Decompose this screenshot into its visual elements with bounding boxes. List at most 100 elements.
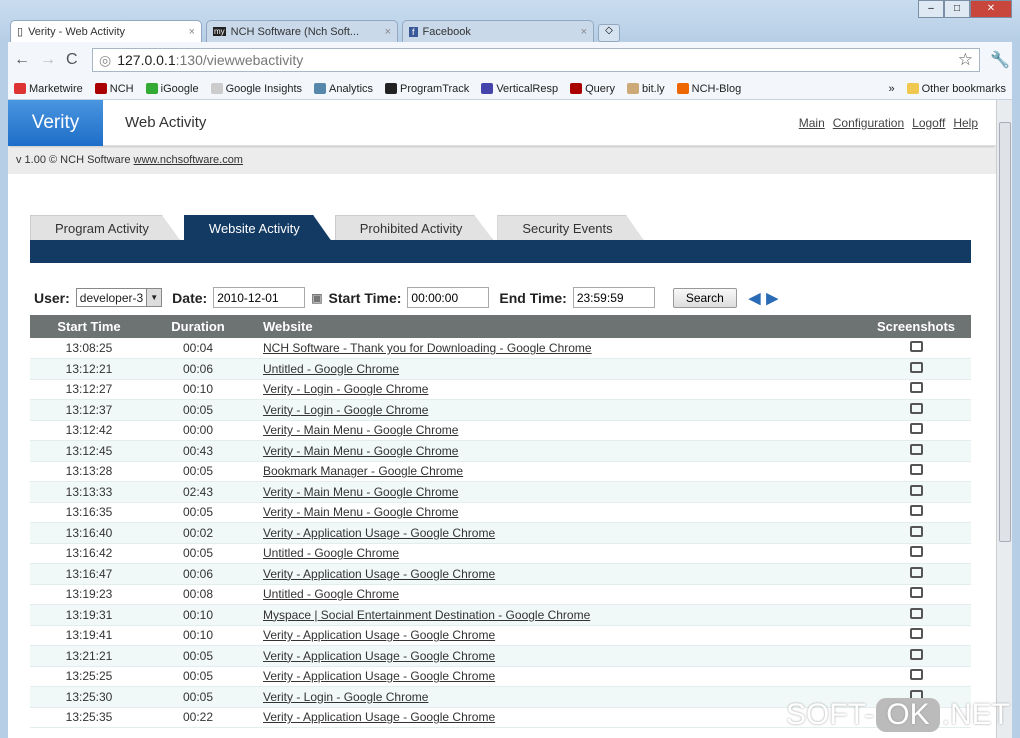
screenshots-icon[interactable] [909, 648, 923, 660]
screenshots-icon[interactable] [909, 464, 923, 476]
next-day-icon[interactable]: ▶ [766, 289, 778, 307]
forward-icon[interactable]: → [40, 51, 56, 69]
website-cell: Verity - Application Usage - Google Chro… [248, 625, 861, 646]
column-screenshots: Screenshots [861, 315, 971, 338]
close-tab-icon[interactable]: × [385, 26, 391, 38]
website-link[interactable]: Verity - Login - Google Chrome [263, 382, 428, 396]
website-link[interactable]: Verity - Login - Google Chrome [263, 403, 428, 417]
website-link[interactable]: Verity - Main Menu - Google Chrome [263, 505, 458, 519]
reload-icon[interactable]: C [66, 51, 82, 69]
website-link[interactable]: Verity - Login - Google Chrome [263, 690, 428, 704]
screenshots-icon[interactable] [909, 402, 923, 414]
bookmark-item[interactable]: iGoogle [145, 82, 199, 95]
screenshots-icon[interactable] [909, 382, 923, 394]
scrollbar-thumb[interactable] [999, 122, 1011, 542]
screenshots-icon[interactable] [909, 587, 923, 599]
address-bar[interactable]: ◎ 127.0.0.1:130/viewwebactivity ☆ [92, 48, 980, 72]
browser-tab[interactable]: f Facebook × [402, 20, 594, 42]
start-time-cell: 13:12:21 [30, 358, 148, 380]
website-link[interactable]: Verity - Application Usage - Google Chro… [263, 649, 495, 663]
bookmark-item[interactable]: VerticalResp [481, 82, 558, 95]
browser-tab[interactable]: my NCH Software (Nch Soft... × [206, 20, 398, 42]
website-link[interactable]: Verity - Application Usage - Google Chro… [263, 710, 495, 724]
more-bookmarks-icon[interactable]: » [889, 83, 895, 95]
date-input[interactable] [213, 287, 306, 308]
bookmark-item[interactable]: NCH [94, 82, 134, 95]
help-link[interactable]: Help [953, 116, 978, 130]
bookmark-item[interactable]: Google Insights [210, 82, 302, 95]
screenshots-icon[interactable] [909, 361, 923, 373]
screenshots-icon[interactable] [909, 484, 923, 496]
website-link[interactable]: NCH Software - Thank you for Downloading… [263, 341, 592, 355]
end-time-input[interactable] [572, 287, 655, 308]
bookmark-item[interactable]: Marketwire [14, 82, 83, 95]
tab-label: Facebook [422, 25, 471, 38]
website-link[interactable]: Verity - Application Usage - Google Chro… [263, 526, 495, 540]
screenshots-cell [861, 461, 971, 482]
column-duration: Duration [148, 315, 248, 338]
website-cell: Verity - Login - Google Chrome [248, 379, 861, 400]
other-bookmarks-folder[interactable]: Other bookmarks [906, 82, 1006, 95]
duration-cell: 00:05 [148, 543, 248, 564]
website-link[interactable]: Myspace | Social Entertainment Destinati… [263, 608, 590, 622]
screenshots-icon[interactable] [909, 607, 923, 619]
website-link[interactable]: Untitled - Google Chrome [263, 587, 399, 601]
bookmark-item[interactable]: ProgramTrack [385, 82, 469, 95]
bookmark-item[interactable]: Query [570, 82, 615, 95]
bookmark-item[interactable]: NCH-Blog [676, 82, 741, 95]
tab-program-activity[interactable]: Program Activity [30, 215, 180, 240]
website-link[interactable]: Verity - Application Usage - Google Chro… [263, 669, 495, 683]
website-link[interactable]: Verity - Application Usage - Google Chro… [263, 567, 495, 581]
bookmark-item[interactable]: bit.ly [627, 82, 665, 95]
screenshots-icon[interactable] [909, 546, 923, 558]
tab-website-activity[interactable]: Website Activity [183, 215, 331, 240]
website-link[interactable]: Verity - Main Menu - Google Chrome [263, 485, 458, 499]
maximize-button[interactable]: □ [944, 0, 970, 18]
website-link[interactable]: Verity - Main Menu - Google Chrome [263, 444, 458, 458]
close-window-button[interactable]: ✕ [970, 0, 1012, 18]
back-icon[interactable]: ← [14, 51, 30, 69]
calendar-icon[interactable]: ▣ [311, 291, 322, 305]
screenshots-icon[interactable] [909, 628, 923, 640]
screenshots-icon[interactable] [909, 505, 923, 517]
logoff-link[interactable]: Logoff [912, 116, 945, 130]
start-time-input[interactable] [407, 287, 490, 308]
website-link[interactable]: Untitled - Google Chrome [263, 362, 399, 376]
user-select[interactable]: developer-3 ▼ [75, 288, 163, 307]
minimize-button[interactable]: – [918, 0, 944, 18]
bookmark-icon [676, 82, 689, 94]
star-icon[interactable]: ☆ [958, 50, 973, 70]
screenshots-icon[interactable] [909, 525, 923, 537]
table-row: 13:13:33 02:43 Verity - Main Menu - Goog… [30, 481, 971, 503]
tab-security-events[interactable]: Security Events [497, 215, 644, 240]
header-links: Main Configuration Logoff Help [799, 116, 978, 130]
previous-day-icon[interactable]: ◀ [749, 289, 761, 307]
bookmark-item[interactable]: Analytics [314, 82, 373, 95]
watermark: SOFT- OK .NET [786, 698, 1010, 732]
user-value: developer-3 [79, 290, 144, 305]
tab-prohibited-activity[interactable]: Prohibited Activity [334, 215, 494, 240]
start-time-cell: 13:12:37 [30, 399, 148, 421]
screenshots-cell [861, 645, 971, 667]
main-link[interactable]: Main [799, 116, 825, 130]
screenshots-cell [861, 666, 971, 687]
close-tab-icon[interactable]: × [581, 26, 587, 38]
screenshots-icon[interactable] [909, 423, 923, 435]
screenshots-icon[interactable] [909, 669, 923, 681]
website-link[interactable]: Verity - Main Menu - Google Chrome [263, 423, 458, 437]
screenshots-icon[interactable] [909, 566, 923, 578]
wrench-icon[interactable]: 🔧 [990, 50, 1010, 70]
configuration-link[interactable]: Configuration [833, 116, 904, 130]
browser-tab[interactable]: ▯ Verity - Web Activity × [10, 20, 202, 42]
website-link[interactable]: Verity - Application Usage - Google Chro… [263, 628, 495, 642]
search-button[interactable]: Search [672, 287, 737, 308]
new-tab-button[interactable]: ◇ [598, 24, 620, 42]
screenshots-icon[interactable] [909, 443, 923, 455]
nch-website-link[interactable]: www.nchsoftware.com [134, 154, 243, 166]
screenshots-icon[interactable] [909, 341, 923, 352]
close-tab-icon[interactable]: × [189, 26, 195, 38]
website-link[interactable]: Untitled - Google Chrome [263, 546, 399, 560]
table-row: 13:16:40 00:02 Verity - Application Usag… [30, 522, 971, 544]
vertical-scrollbar[interactable] [996, 100, 1012, 738]
website-link[interactable]: Bookmark Manager - Google Chrome [263, 464, 463, 478]
